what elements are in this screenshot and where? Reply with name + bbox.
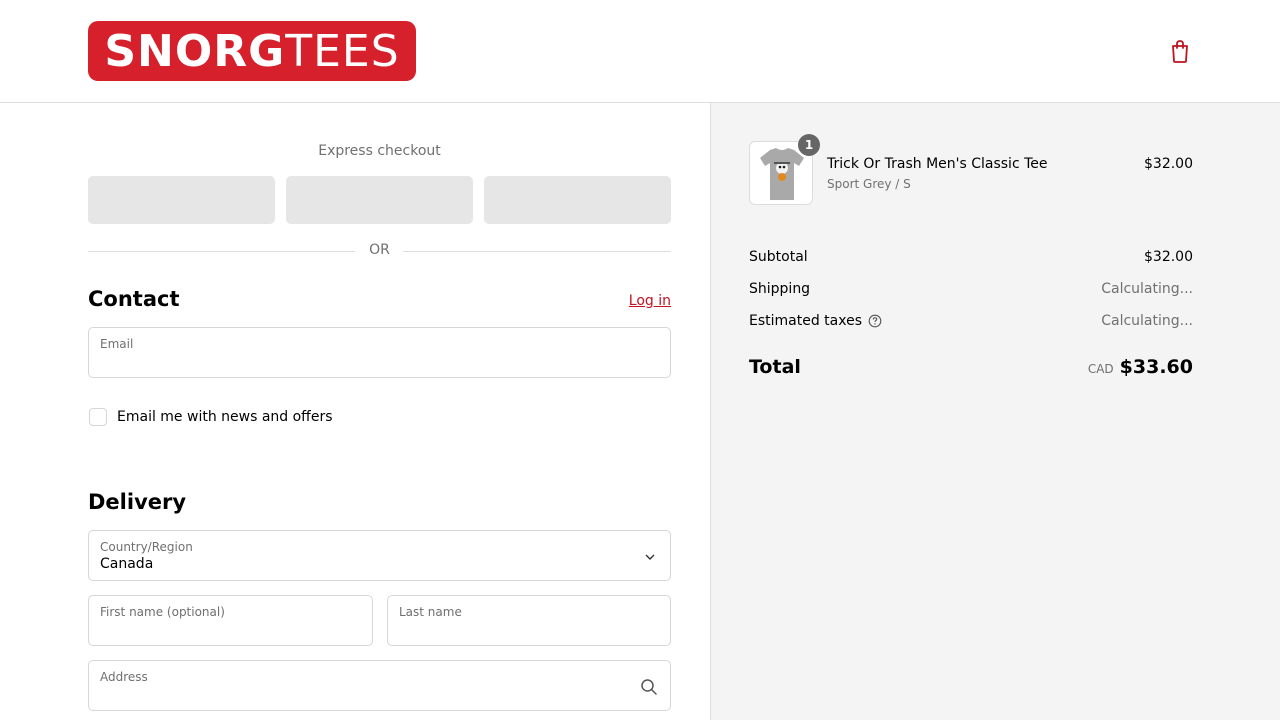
product-price: $32.00 — [1144, 156, 1193, 172]
address-field[interactable]: Address — [88, 660, 671, 711]
newsletter-label: Email me with news and offers — [117, 409, 333, 425]
shipping-value: Calculating... — [1101, 281, 1193, 297]
or-divider: OR — [88, 241, 671, 261]
express-checkout-title: Express checkout — [318, 143, 441, 159]
shipping-label: Shipping — [749, 281, 811, 297]
search-icon — [641, 679, 657, 695]
email-field[interactable]: Email — [88, 327, 671, 378]
checkout-form-panel: Express checkout OR Contact Log in Email… — [0, 103, 710, 720]
chevron-down-icon — [645, 554, 655, 560]
help-icon[interactable] — [868, 314, 882, 328]
shopping-bag-icon[interactable] — [1168, 38, 1192, 64]
delivery-section-title: Delivery — [88, 490, 187, 514]
total-currency: CAD — [1087, 362, 1114, 376]
site-header: SNORG TEES — [0, 0, 1280, 103]
country-label: Country/Region — [100, 540, 193, 554]
total-amount: $33.60 — [1119, 356, 1193, 378]
express-pay-button-3[interactable] — [484, 176, 671, 224]
order-summary-panel: 1 Trick Or Trash Men's Classic Tee Sport… — [710, 103, 1280, 720]
logo-text-thin: TEES — [285, 25, 400, 77]
express-pay-button-1[interactable] — [88, 176, 275, 224]
product-variant: Sport Grey / S — [827, 177, 911, 191]
newsletter-checkbox-row[interactable]: Email me with news and offers — [88, 407, 333, 427]
product-name: Trick Or Trash Men's Classic Tee — [827, 156, 1048, 172]
log-in-link[interactable]: Log in — [600, 293, 671, 309]
logo-text-bold: SNORG — [104, 25, 286, 77]
quantity-badge: 1 — [798, 134, 820, 156]
contact-section-title: Contact — [88, 287, 180, 311]
or-divider-text: OR — [369, 242, 390, 258]
taxes-label: Estimated taxes — [749, 313, 863, 329]
total-label: Total — [749, 356, 801, 378]
last-name-field[interactable]: Last name — [387, 595, 671, 646]
subtotal-label: Subtotal — [749, 249, 808, 265]
country-value: Canada — [100, 556, 154, 572]
address-label: Address — [100, 670, 148, 684]
taxes-row-label: Estimated taxes — [749, 313, 882, 329]
subtotal-value: $32.00 — [1144, 249, 1193, 265]
last-name-label: Last name — [399, 605, 462, 619]
first-name-field[interactable]: First name (optional) — [88, 595, 373, 646]
email-label: Email — [100, 337, 134, 351]
express-pay-button-2[interactable] — [286, 176, 473, 224]
newsletter-checkbox[interactable] — [89, 408, 107, 426]
taxes-value: Calculating... — [1101, 313, 1193, 329]
country-select[interactable]: Country/Region Canada — [88, 530, 671, 581]
site-logo[interactable]: SNORG TEES — [88, 21, 416, 81]
total-value-row: CAD $33.60 — [993, 356, 1193, 378]
first-name-label: First name (optional) — [100, 605, 225, 619]
